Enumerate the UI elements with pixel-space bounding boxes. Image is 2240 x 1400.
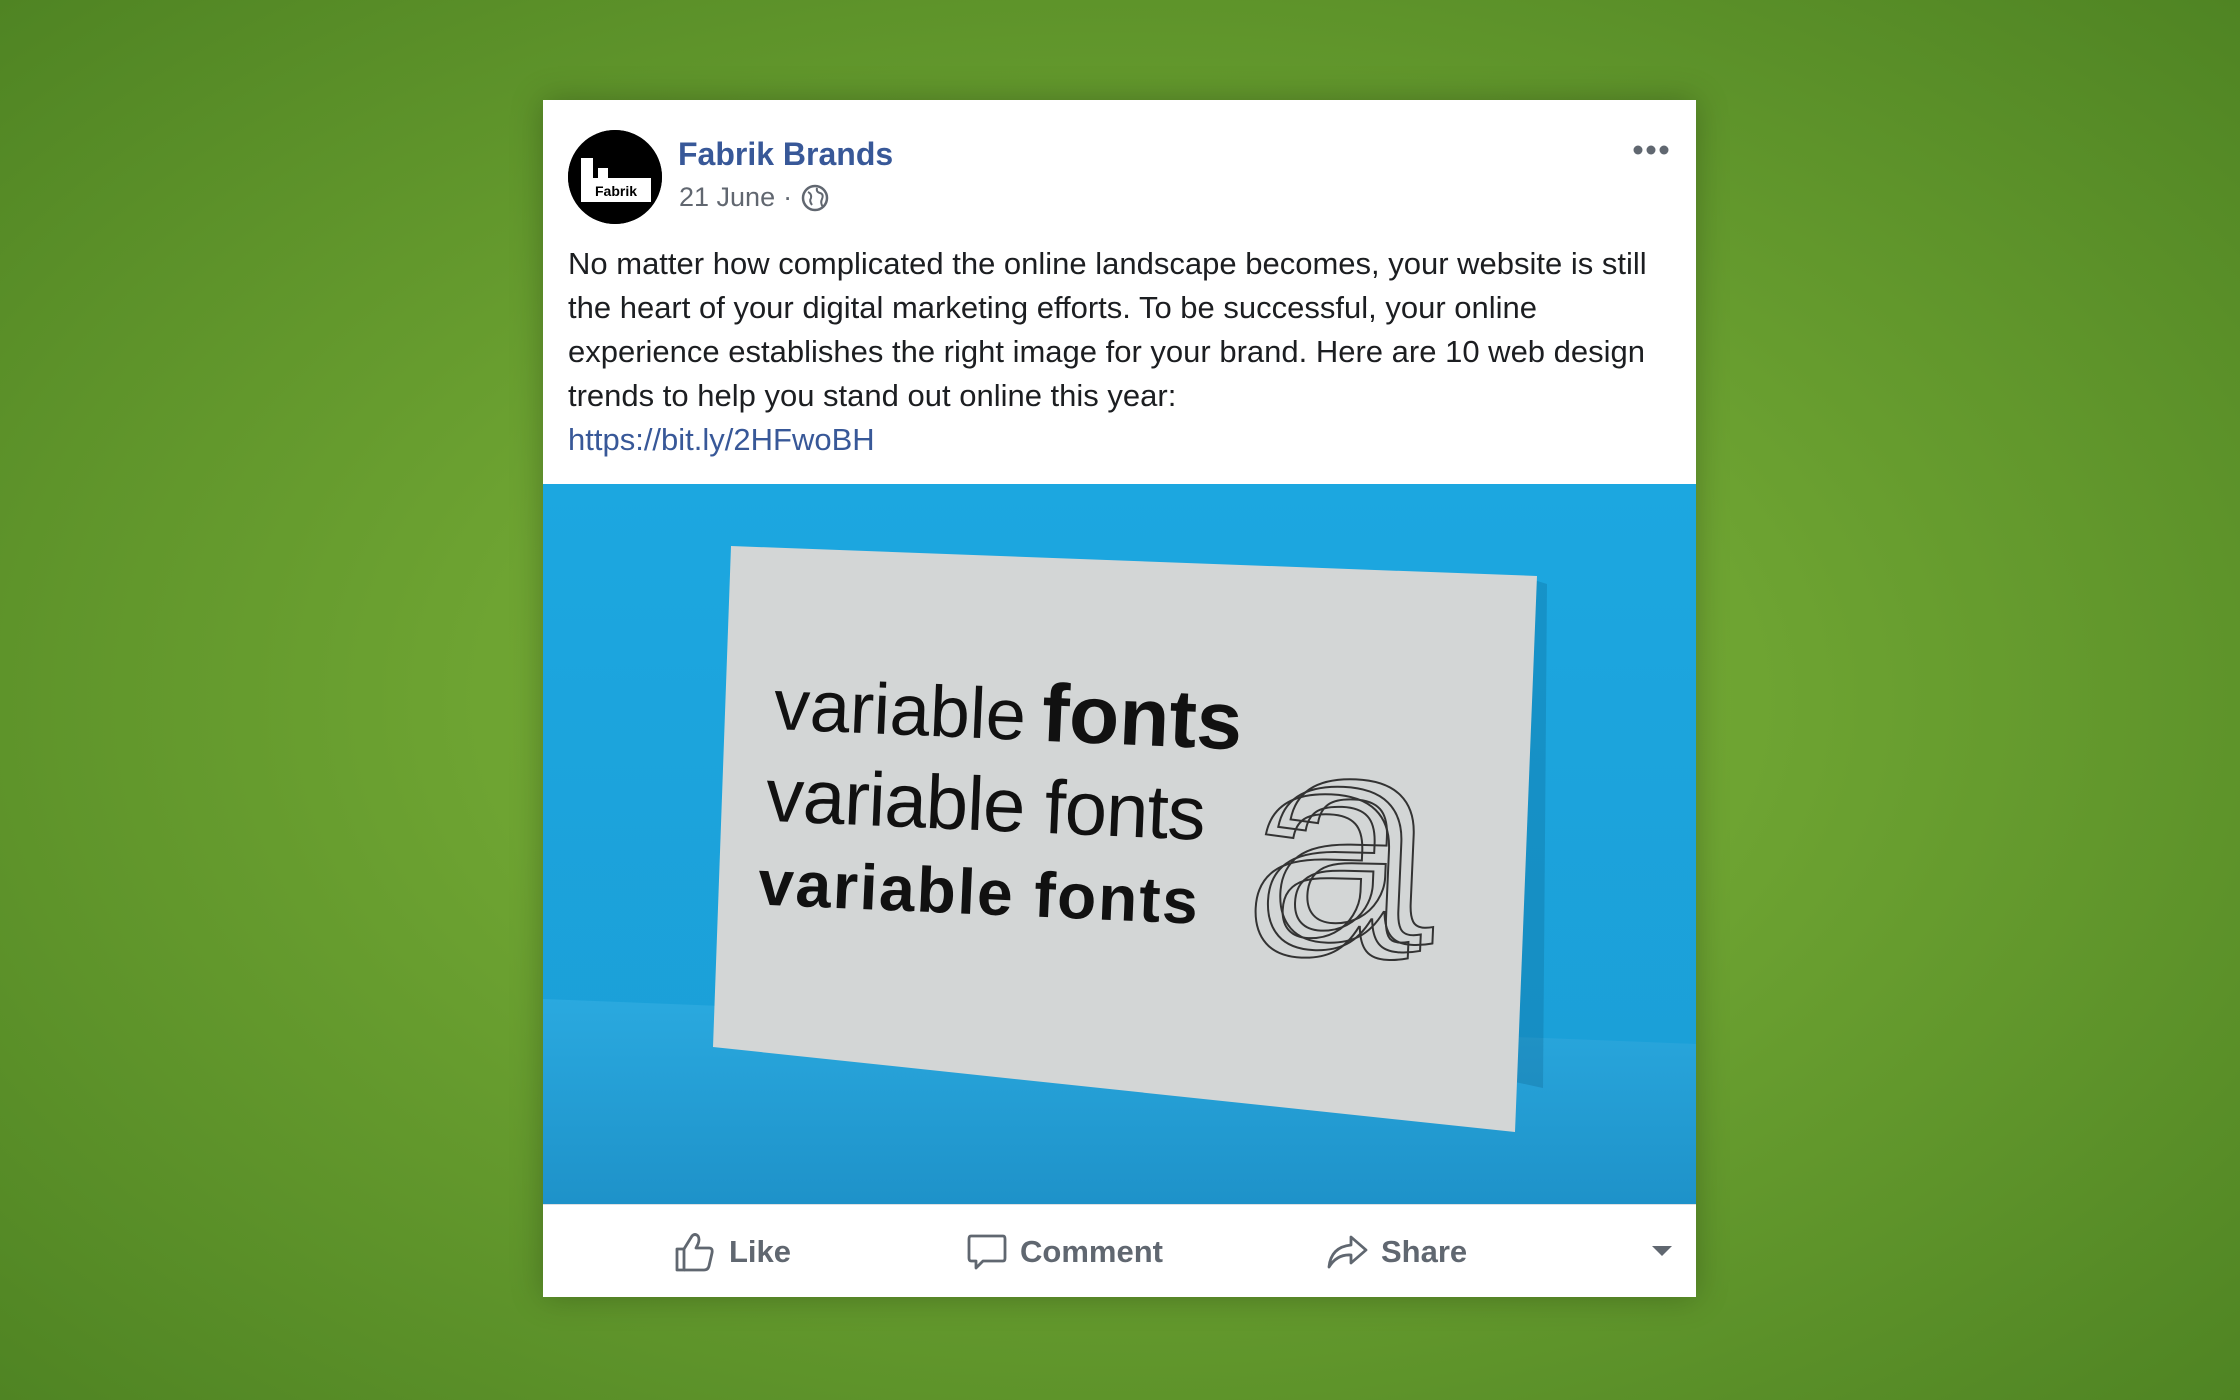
comment-icon [967, 1234, 1007, 1269]
comment-button[interactable]: Comment [966, 1205, 1163, 1298]
post-link[interactable]: https://bit.ly/2HFwoBH [568, 418, 1678, 462]
author-name[interactable]: Fabrik Brands [678, 136, 893, 173]
post-meta: 21 June · [679, 182, 830, 213]
share-label: Share [1381, 1233, 1468, 1269]
chevron-down-icon[interactable] [1650, 1241, 1674, 1261]
variable-fonts-image: variable fonts variable fonts variable fo… [543, 484, 1696, 1204]
facebook-post: Fabrik Fabrik Brands 21 June · No matter… [543, 100, 1696, 1297]
avatar[interactable]: Fabrik [568, 130, 662, 224]
post-text: No matter how complicated the online lan… [568, 242, 1678, 462]
meta-separator: · [783, 182, 793, 212]
thumbs-up-icon [675, 1232, 714, 1271]
post-date[interactable]: 21 June [679, 182, 775, 213]
share-button[interactable]: Share [1325, 1205, 1467, 1298]
post-header: Fabrik Fabrik Brands 21 June · [568, 130, 1671, 226]
outline-a-glyph: a a a [1237, 664, 1447, 1024]
share-icon [1327, 1235, 1368, 1268]
card-line-1-light: variable [772, 665, 1027, 756]
avatar-text: Fabrik [595, 183, 637, 199]
card-line-1-bold: fonts [1040, 668, 1244, 768]
post-message: No matter how complicated the online lan… [568, 246, 1647, 413]
like-button[interactable]: Like [673, 1205, 791, 1298]
like-label: Like [729, 1233, 792, 1269]
post-image[interactable]: variable fonts variable fonts variable fo… [543, 484, 1696, 1204]
comment-label: Comment [1020, 1233, 1163, 1269]
card-text: variable fonts variable fonts variable fo… [757, 665, 1245, 938]
more-options-icon[interactable] [1631, 140, 1671, 160]
fabrik-logo: Fabrik [568, 130, 662, 224]
post-actions: Like Comment Share [543, 1204, 1696, 1298]
globe-icon[interactable] [800, 183, 830, 213]
glyph-outline-3: a [1263, 665, 1446, 1008]
